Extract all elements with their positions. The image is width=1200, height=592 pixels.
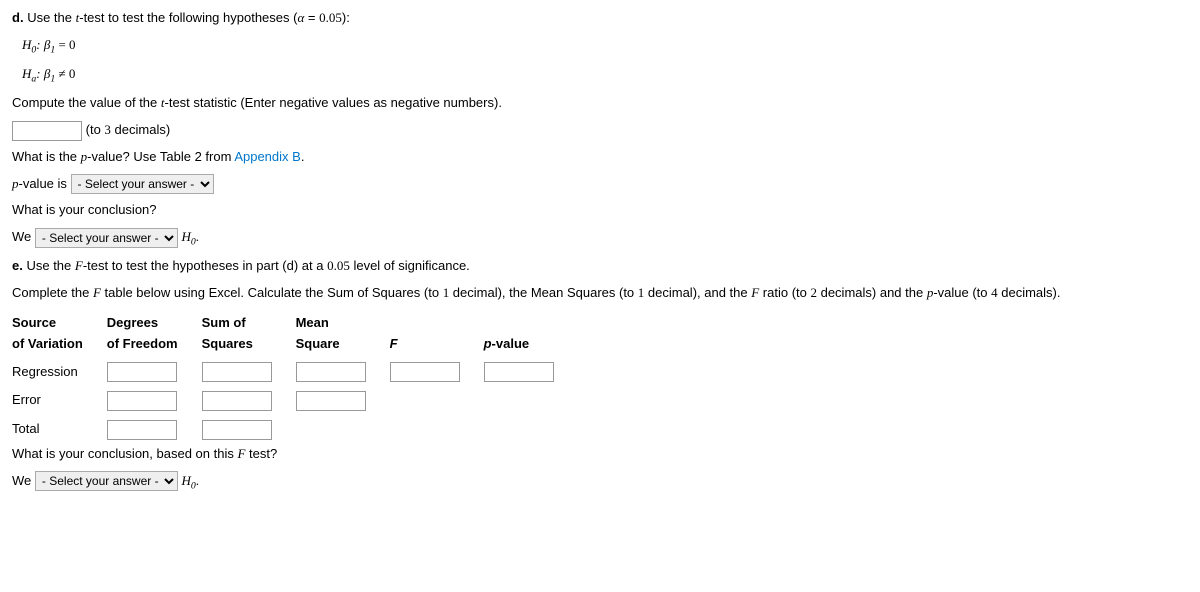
table-row-error: Error xyxy=(12,386,578,415)
part-e-complete: Complete the F table below using Excel. … xyxy=(12,283,1188,304)
header-degrees: Degreesof Freedom xyxy=(107,310,202,358)
anova-table: Sourceof Variation Degreesof Freedom Sum… xyxy=(12,310,578,444)
row-label-error: Error xyxy=(12,386,107,415)
tot-df-input[interactable] xyxy=(107,420,177,440)
header-sumsq: Sum ofSquares xyxy=(202,310,296,358)
tot-ss-input[interactable] xyxy=(202,420,272,440)
table-row-total: Total xyxy=(12,415,578,444)
header-pvalue: p-value xyxy=(484,310,578,358)
part-d-label: d. xyxy=(12,10,24,25)
row-label-regression: Regression xyxy=(12,358,107,387)
header-source: Sourceof Variation xyxy=(12,310,107,358)
reg-ms-input[interactable] xyxy=(296,362,366,382)
conclusion-row-e: We - Select your answer - H0. xyxy=(12,471,1188,494)
appendix-link[interactable]: Appendix B xyxy=(234,149,301,164)
conclusion-select-e[interactable]: - Select your answer - xyxy=(35,471,178,491)
conclusion-select-d[interactable]: - Select your answer - xyxy=(35,228,178,248)
reg-df-input[interactable] xyxy=(107,362,177,382)
err-df-input[interactable] xyxy=(107,391,177,411)
row-label-total: Total xyxy=(12,415,107,444)
conclusion-row-d: We - Select your answer - H0. xyxy=(12,227,1188,250)
err-ss-input[interactable] xyxy=(202,391,272,411)
pvalue-row: p-value is - Select your answer - xyxy=(12,174,1188,195)
err-ms-input[interactable] xyxy=(296,391,366,411)
conclusion-question-d: What is your conclusion? xyxy=(12,200,1188,221)
pvalue-select[interactable]: - Select your answer - xyxy=(71,174,214,194)
header-meansq: MeanSquare xyxy=(296,310,390,358)
hypothesis-null: H0: β1 = 0 xyxy=(22,35,1188,58)
part-d-intro: d. Use the t-test to test the following … xyxy=(12,8,1188,29)
conclusion-question-e: What is your conclusion, based on this F… xyxy=(12,444,1188,465)
t-stat-row: (to 3 decimals) xyxy=(12,120,1188,141)
reg-f-input[interactable] xyxy=(390,362,460,382)
part-e-intro: e. Use the F-test to test the hypotheses… xyxy=(12,256,1188,277)
header-f: F xyxy=(390,310,484,358)
compute-instruction: Compute the value of the t-test statisti… xyxy=(12,93,1188,114)
part-e-label: e. xyxy=(12,258,23,273)
table-header-row: Sourceof Variation Degreesof Freedom Sum… xyxy=(12,310,578,358)
reg-ss-input[interactable] xyxy=(202,362,272,382)
t-statistic-input[interactable] xyxy=(12,121,82,141)
hypothesis-alternative: Ha: β1 ≠ 0 xyxy=(22,64,1188,87)
pvalue-question: What is the p-value? Use Table 2 from Ap… xyxy=(12,147,1188,168)
reg-pvalue-input[interactable] xyxy=(484,362,554,382)
table-row-regression: Regression xyxy=(12,358,578,387)
